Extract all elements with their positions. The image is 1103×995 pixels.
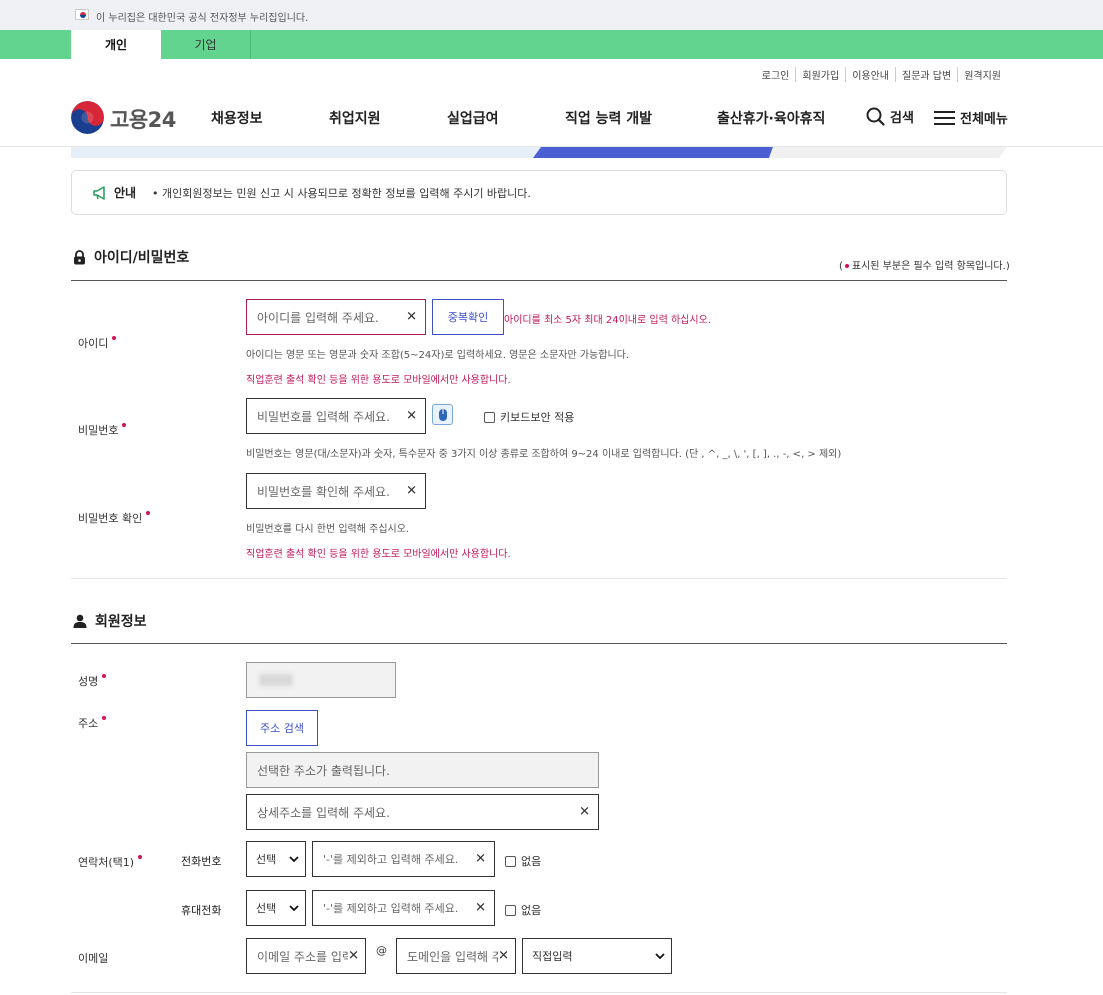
account-section-end-divider	[71, 578, 1007, 579]
tab-personal[interactable]: 개인	[71, 30, 161, 59]
member-section-title: 회원정보	[73, 611, 147, 631]
clear-icon[interactable]: ✕	[348, 948, 359, 964]
notice-text: • 개인회원정보는 민원 신고 시 사용되므로 정확한 정보를 입력해 주시기 …	[152, 187, 531, 200]
nav-job-info[interactable]: 채용정보	[211, 108, 263, 128]
qna-link[interactable]: 질문과 답변	[895, 67, 957, 82]
email-domain-select[interactable]: 직접입력	[522, 938, 672, 974]
id-help-text: 아이디는 영문 또는 영문과 숫자 조합(5~24자)로 입력하세요. 영문은 …	[246, 350, 630, 361]
virtual-keyboard-icon[interactable]	[432, 404, 453, 425]
member-section-divider	[71, 643, 1007, 644]
person-icon	[73, 614, 87, 628]
member-section-end-divider	[71, 992, 1007, 993]
email-local-input[interactable]: 이메일 주소를 입력 ✕	[246, 938, 366, 974]
utility-links: 로그인 회원가입 이용안내 질문과 답변 원격지원	[756, 67, 1007, 82]
keyboard-security-checkbox[interactable]: 키보드보안 적용	[484, 409, 574, 425]
blurred-name	[259, 674, 293, 686]
clear-icon[interactable]: ✕	[406, 484, 417, 499]
gov-banner-text: 이 누리집은 대한민국 공식 전자정부 누리집입니다.	[96, 13, 309, 24]
name-label: 성명	[78, 673, 107, 689]
signup-step-indicator	[71, 147, 1007, 158]
nav-unemployment-benefit[interactable]: 실업급여	[447, 108, 499, 128]
clear-icon[interactable]: ✕	[498, 948, 509, 964]
password-help-text: 비밀번호는 영문(대/소문자)과 숫자, 특수문자 중 3가지 이상 종류로 조…	[246, 449, 842, 460]
password-confirm-mobile-note: 직업훈련 출석 확인 등을 위한 용도로 모바일에서만 사용합니다.	[246, 549, 511, 560]
phone-label: 전화번호	[181, 855, 222, 868]
korea-flag-icon	[75, 9, 89, 20]
id-duplicate-check-button[interactable]: 중복확인	[432, 299, 504, 335]
tab-company[interactable]: 기업	[161, 30, 251, 59]
nav-parental-leave[interactable]: 출산휴가·육아휴직	[717, 108, 825, 128]
clear-icon[interactable]: ✕	[579, 805, 590, 820]
clear-icon[interactable]: ✕	[406, 409, 417, 424]
contact-label: 연락처(택1)	[78, 854, 143, 870]
id-label: 아이디	[78, 335, 117, 351]
notice-label: 안내	[92, 184, 136, 201]
lock-icon	[74, 249, 85, 264]
required-note: (표시된 부분은 필수 입력 항목입니다.)	[839, 261, 1010, 272]
email-at-sign: @	[376, 944, 387, 957]
id-error-message: 아이디를 최소 5자 최대 24이내로 입력 하십시오.	[504, 315, 711, 326]
nav-vocational-training[interactable]: 직업 능력 개발	[565, 108, 652, 128]
all-menu-button[interactable]: 전체메뉴	[934, 108, 1008, 127]
phone-number-input[interactable]: '-'를 제외하고 입력해 주세요. ✕	[312, 841, 495, 877]
chevron-down-icon	[655, 953, 665, 959]
address-label: 주소	[78, 715, 107, 731]
logo-text[interactable]: 고용24	[110, 104, 176, 134]
mobile-none-checkbox[interactable]: 없음	[505, 902, 541, 918]
nav-employment-support[interactable]: 취업지원	[329, 108, 381, 128]
clear-icon[interactable]: ✕	[475, 901, 486, 916]
account-section-title: 아이디/비밀번호	[73, 247, 189, 267]
address-search-button[interactable]: 주소 검색	[246, 710, 318, 746]
chevron-down-icon	[289, 905, 299, 911]
email-domain-input[interactable]: 도메인을 입력해 주 ✕	[396, 938, 516, 974]
password-label: 비밀번호	[78, 422, 127, 438]
clear-icon[interactable]: ✕	[475, 852, 486, 867]
chevron-down-icon	[289, 856, 299, 862]
password-input[interactable]: 비밀번호를 입력해 주세요. ✕	[246, 398, 426, 434]
guide-link[interactable]: 이용안내	[845, 67, 895, 82]
email-label: 이메일	[78, 952, 109, 965]
mobile-prefix-select[interactable]: 선택	[246, 890, 306, 926]
search-button[interactable]: 검색	[866, 107, 914, 126]
address-detail-input[interactable]: 상세주소를 입력해 주세요. ✕	[246, 794, 599, 830]
login-link[interactable]: 로그인	[756, 67, 796, 82]
phone-none-checkbox[interactable]: 없음	[505, 853, 541, 869]
mobile-label: 휴대전화	[181, 904, 222, 917]
hamburger-icon	[934, 110, 955, 125]
name-field	[246, 662, 396, 698]
logo-icon[interactable]	[71, 101, 104, 134]
id-mobile-note: 직업훈련 출석 확인 등을 위한 용도로 모바일에서만 사용합니다.	[246, 375, 511, 386]
password-confirm-help: 비밀번호를 다시 한번 입력해 주십시오.	[246, 524, 410, 535]
megaphone-icon	[93, 185, 105, 200]
id-input[interactable]: 아이디를 입력해 주세요. ✕	[246, 299, 426, 335]
remote-support-link[interactable]: 원격지원	[957, 67, 1007, 82]
signup-link[interactable]: 회원가입	[795, 67, 845, 82]
search-icon	[866, 107, 885, 126]
account-section-divider	[71, 280, 1007, 281]
mobile-number-input[interactable]: '-'를 제외하고 입력해 주세요. ✕	[312, 890, 495, 926]
clear-icon[interactable]: ✕	[406, 310, 417, 325]
all-menu-label: 전체메뉴	[960, 112, 1008, 127]
search-label: 검색	[890, 111, 914, 126]
password-confirm-input[interactable]: 비밀번호를 확인해 주세요. ✕	[246, 473, 426, 509]
password-confirm-label: 비밀번호 확인	[78, 510, 151, 526]
address-output-field: 선택한 주소가 출력됩니다.	[246, 752, 599, 788]
phone-area-select[interactable]: 선택	[246, 841, 306, 877]
